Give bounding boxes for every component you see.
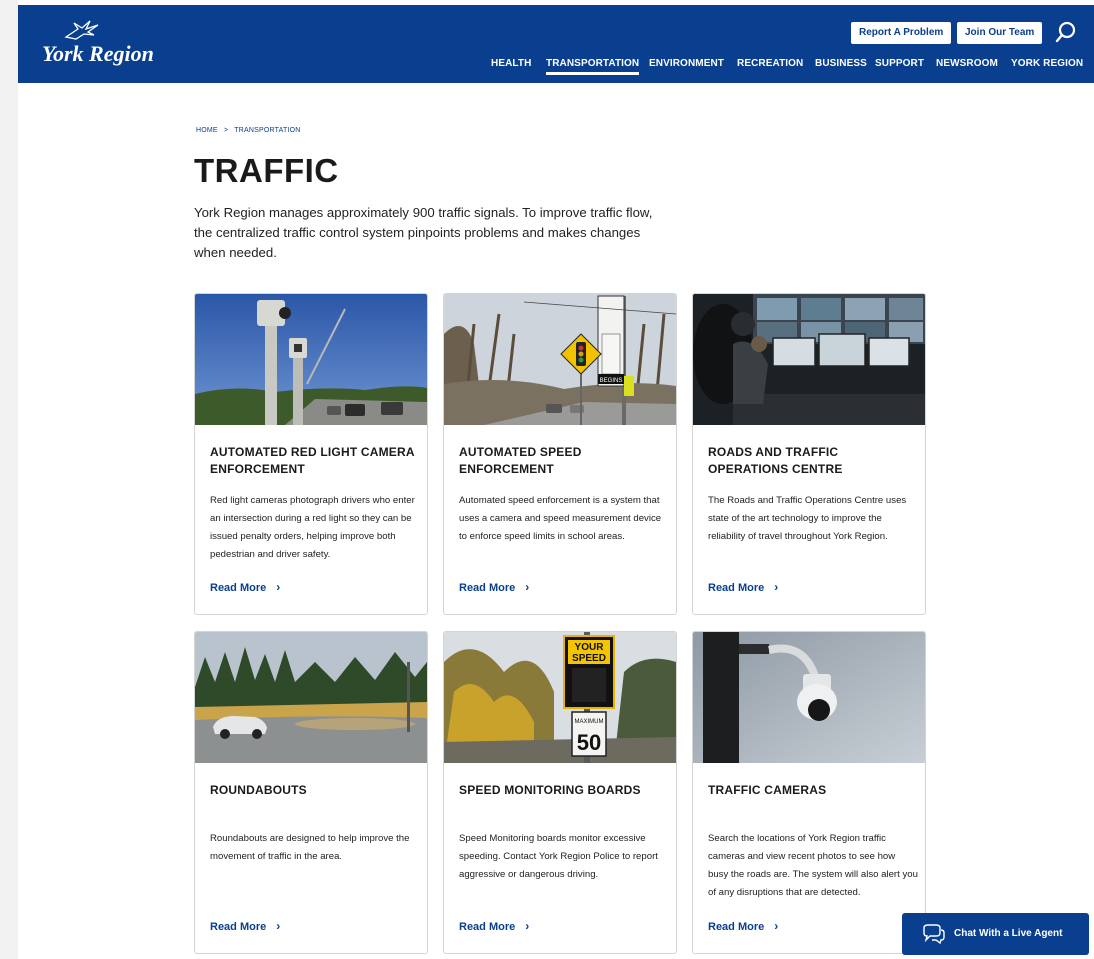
chat-bubbles-icon <box>923 924 945 944</box>
page-title: TRAFFIC <box>194 152 339 189</box>
card-description: Roundabouts are designed to help improve… <box>210 833 410 862</box>
card-speed-monitoring-boards[interactable]: YOUR SPEED MAXIMUM 50 SPEED MONITORING B… <box>443 631 677 954</box>
card-description: Automated speed enforcement is a system … <box>459 495 662 542</box>
live-chat-label: Chat With a Live Agent <box>954 928 1063 939</box>
read-more-link[interactable]: Read More › <box>459 919 529 933</box>
read-more-label: Read More <box>459 921 516 933</box>
read-more-link[interactable]: Read More › <box>210 580 280 594</box>
read-more-link[interactable]: Read More › <box>708 919 778 933</box>
search-button[interactable] <box>1054 20 1078 44</box>
read-more-label: Read More <box>210 921 267 933</box>
read-more-label: Read More <box>210 582 267 594</box>
card-operations-centre[interactable]: ROADS AND TRAFFIC OPERATIONS CENTRE The … <box>692 293 926 615</box>
chevron-right-icon: › <box>525 580 530 594</box>
card-description: The Roads and Traffic Operations Centre … <box>708 495 907 542</box>
site-header: York Region Report A Problem Join Our Te… <box>18 5 1094 83</box>
read-more-label: Read More <box>459 582 516 594</box>
nav-environment[interactable]: ENVIRONMENT <box>649 58 724 69</box>
nav-newsroom[interactable]: NEWSROOM <box>936 58 998 69</box>
your-sign-text: YOUR <box>575 642 605 653</box>
breadcrumb-current[interactable]: TRANSPORTATION <box>234 127 300 134</box>
read-more-label: Read More <box>708 582 765 594</box>
read-more-link[interactable]: Read More › <box>210 919 280 933</box>
nav-business[interactable]: BUSINESS <box>815 58 867 69</box>
chevron-right-icon: › <box>276 580 281 594</box>
card-red-light-camera[interactable]: AUTOMATED RED LIGHT CAMERA ENFORCEMENT R… <box>194 293 428 615</box>
chevron-right-icon: › <box>774 919 779 933</box>
nav-york-region[interactable]: YORK REGION <box>1011 58 1083 69</box>
report-problem-button[interactable]: Report A Problem <box>851 22 952 44</box>
search-icon <box>1055 21 1076 43</box>
card-title: SPEED MONITORING BOARDS <box>459 783 641 797</box>
card-title: TRAFFIC CAMERAS <box>708 783 827 797</box>
traffic-camera-image <box>693 632 925 763</box>
live-chat-button[interactable]: Chat With a Live Agent <box>902 913 1089 955</box>
join-team-button[interactable]: Join Our Team <box>957 22 1043 44</box>
chevron-right-icon: › <box>276 919 281 933</box>
read-more-label: Read More <box>708 921 765 933</box>
red-light-camera-image <box>195 294 427 425</box>
speed-monitoring-image: YOUR SPEED MAXIMUM 50 <box>444 632 676 763</box>
nav-recreation[interactable]: RECREATION <box>737 58 803 69</box>
main-nav: HEALTH TRANSPORTATION ENVIRONMENT RECREA… <box>18 58 1094 78</box>
card-roundabouts[interactable]: ROUNDABOUTS Roundabouts are designed to … <box>194 631 428 954</box>
max-sign-label: MAXIMUM <box>575 719 604 725</box>
nav-health[interactable]: HEALTH <box>491 58 531 69</box>
breadcrumb: HOME > TRANSPORTATION <box>196 127 305 134</box>
roundabout-image <box>195 632 427 763</box>
speed-sign-text: SPEED <box>572 653 606 664</box>
read-more-link[interactable]: Read More › <box>459 580 529 594</box>
operations-centre-image <box>693 294 925 425</box>
card-title: ROADS AND TRAFFIC OPERATIONS CENTRE <box>708 445 843 476</box>
card-description: Search the locations of York Region traf… <box>708 833 918 898</box>
page-container: York Region Report A Problem Join Our Te… <box>18 0 1094 959</box>
begins-sign-text: BEGINS <box>600 378 623 384</box>
nav-transportation[interactable]: TRANSPORTATION <box>546 58 640 75</box>
card-traffic-cameras[interactable]: TRAFFIC CAMERAS Search the locations of … <box>692 631 926 954</box>
breadcrumb-separator: > <box>223 127 229 134</box>
breadcrumb-home[interactable]: HOME <box>196 127 218 134</box>
card-title: AUTOMATED RED LIGHT CAMERA ENFORCEMENT <box>210 445 415 476</box>
card-title: ROUNDABOUTS <box>210 783 307 797</box>
max-sign-value: 50 <box>577 730 601 755</box>
bird-logo-icon <box>64 20 99 40</box>
card-automated-speed-enforcement[interactable]: BEGINS AUTOMATED SPEED ENFORCEMENT Autom… <box>443 293 677 615</box>
read-more-link[interactable]: Read More › <box>708 580 778 594</box>
page-intro: York Region manages approximately 900 tr… <box>194 205 653 260</box>
card-description: Speed Monitoring boards monitor excessiv… <box>459 833 658 880</box>
card-title: AUTOMATED SPEED ENFORCEMENT <box>459 445 582 476</box>
nav-support[interactable]: SUPPORT <box>875 58 924 69</box>
speed-enforcement-image: BEGINS <box>444 294 676 425</box>
card-description: Red light cameras photograph drivers who… <box>210 495 415 560</box>
chevron-right-icon: › <box>525 919 530 933</box>
chevron-right-icon: › <box>774 580 779 594</box>
